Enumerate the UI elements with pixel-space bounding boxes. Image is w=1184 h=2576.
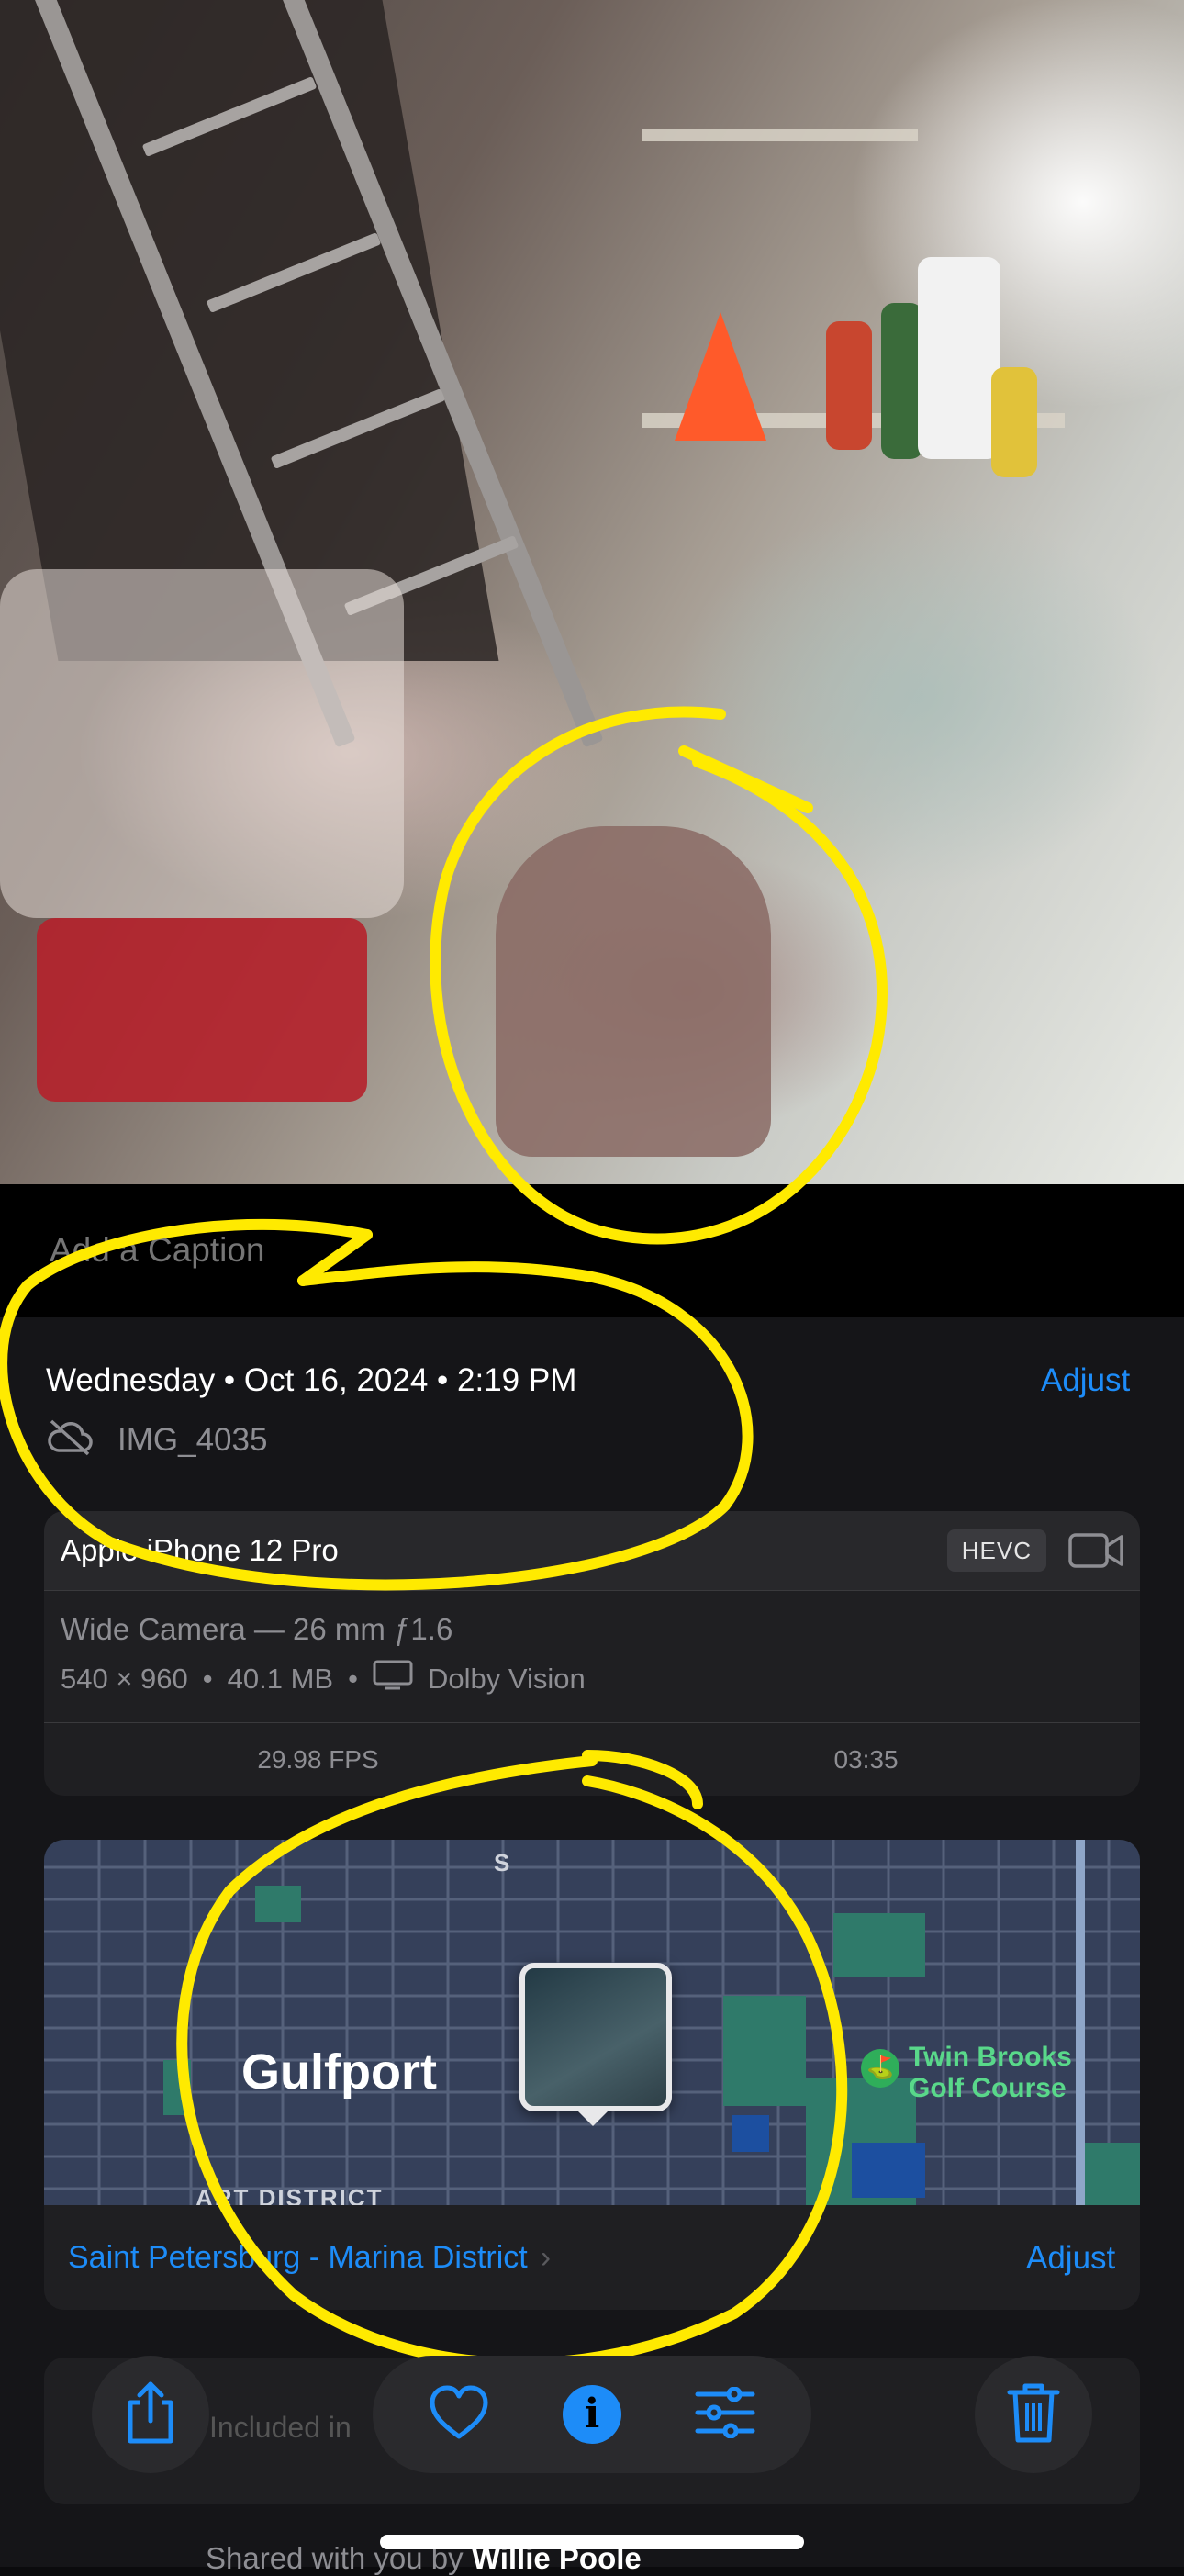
- display-icon: [373, 1660, 413, 1698]
- toolbar-pill: i: [373, 2356, 811, 2473]
- location-name: Saint Petersburg - Marina District: [68, 2240, 528, 2275]
- device-card-header: Apple iPhone 12 Pro HEVC: [44, 1511, 1140, 1591]
- share-button[interactable]: [92, 2356, 209, 2473]
- delete-button[interactable]: [975, 2356, 1092, 2473]
- map-city-label: Gulfport: [241, 2044, 437, 2100]
- map-poi-line1: Twin Brooks: [909, 2042, 1072, 2072]
- format-badge: HEVC: [946, 1529, 1046, 1572]
- filename-row: IMG_4035: [46, 1419, 267, 1461]
- map-photo-pin[interactable]: [519, 1963, 672, 2111]
- capture-datetime: Wednesday • Oct 16, 2024 • 2:19 PM: [46, 1362, 577, 1398]
- resolution: 540 × 960: [61, 1663, 188, 1695]
- map-pin-pointer: [575, 2108, 611, 2126]
- map-poi-line2: Golf Course: [909, 2073, 1067, 2103]
- photo-traffic-cone: [675, 312, 766, 441]
- device-card: Apple iPhone 12 Pro HEVC Wide Camera — 2…: [44, 1511, 1140, 1796]
- filename: IMG_4035: [117, 1421, 268, 1458]
- map-district-label: ART DISTRICT: [195, 2184, 384, 2205]
- adjust-location-button[interactable]: Adjust: [1026, 2240, 1115, 2277]
- cloud-slash-icon: [46, 1419, 94, 1461]
- map-poi-label: Twin Brooks Golf Course: [909, 2042, 1072, 2104]
- chevron-right-icon: ›: [540, 2240, 552, 2275]
- heart-icon: [429, 2385, 489, 2445]
- separator-dot: •: [202, 1663, 213, 1695]
- adjust-datetime-button[interactable]: Adjust: [1041, 1362, 1130, 1399]
- photo-shelf: [642, 129, 918, 141]
- photo-viewer[interactable]: [0, 0, 1184, 1184]
- golf-flag-icon: ⛳: [861, 2049, 899, 2088]
- map[interactable]: S Gulfport ART DISTRICT ⛳ Twin Brooks Go…: [44, 1840, 1140, 2205]
- map-street-label: S: [494, 1849, 510, 1876]
- duration: 03:35: [833, 1745, 899, 1774]
- favorite-button[interactable]: [422, 2378, 496, 2451]
- location-link[interactable]: Saint Petersburg - Marina District ›: [68, 2240, 551, 2276]
- edit-button[interactable]: [688, 2378, 762, 2451]
- lens-info: Wide Camera — 26 mm ƒ1.6: [61, 1612, 453, 1646]
- caption-field[interactable]: [48, 1230, 877, 1271]
- included-in-label: Included in: [209, 2411, 352, 2444]
- video-camera-icon: [1068, 1531, 1125, 1574]
- frame-rate: 29.98 FPS: [257, 1745, 379, 1774]
- file-size: 40.1 MB: [227, 1663, 334, 1695]
- photo-bottle: [991, 367, 1037, 477]
- photo-bottle: [826, 321, 872, 450]
- trash-icon: [1007, 2381, 1060, 2448]
- info-button[interactable]: i: [555, 2378, 629, 2451]
- location-row[interactable]: Saint Petersburg - Marina District › Adju…: [44, 2205, 1140, 2310]
- photo-chair: [496, 826, 771, 1157]
- device-name: Apple iPhone 12 Pro: [61, 1533, 339, 1567]
- info-icon: i: [563, 2385, 621, 2444]
- home-indicator[interactable]: [380, 2535, 804, 2549]
- video-stats: 29.98 FPS 03:35: [44, 1722, 1140, 1796]
- hdr-format: Dolby Vision: [427, 1663, 586, 1695]
- location-card: S Gulfport ART DISTRICT ⛳ Twin Brooks Go…: [44, 1840, 1140, 2310]
- sliders-icon: [694, 2386, 756, 2443]
- spec-row: 540 × 960 • 40.1 MB • Dolby Vision: [61, 1660, 586, 1698]
- photo-bottle: [918, 257, 1000, 459]
- separator-dot: •: [348, 1663, 358, 1695]
- photo-plastic-bag: [0, 569, 404, 918]
- share-icon: [123, 2380, 178, 2449]
- photo-cooler: [37, 918, 367, 1102]
